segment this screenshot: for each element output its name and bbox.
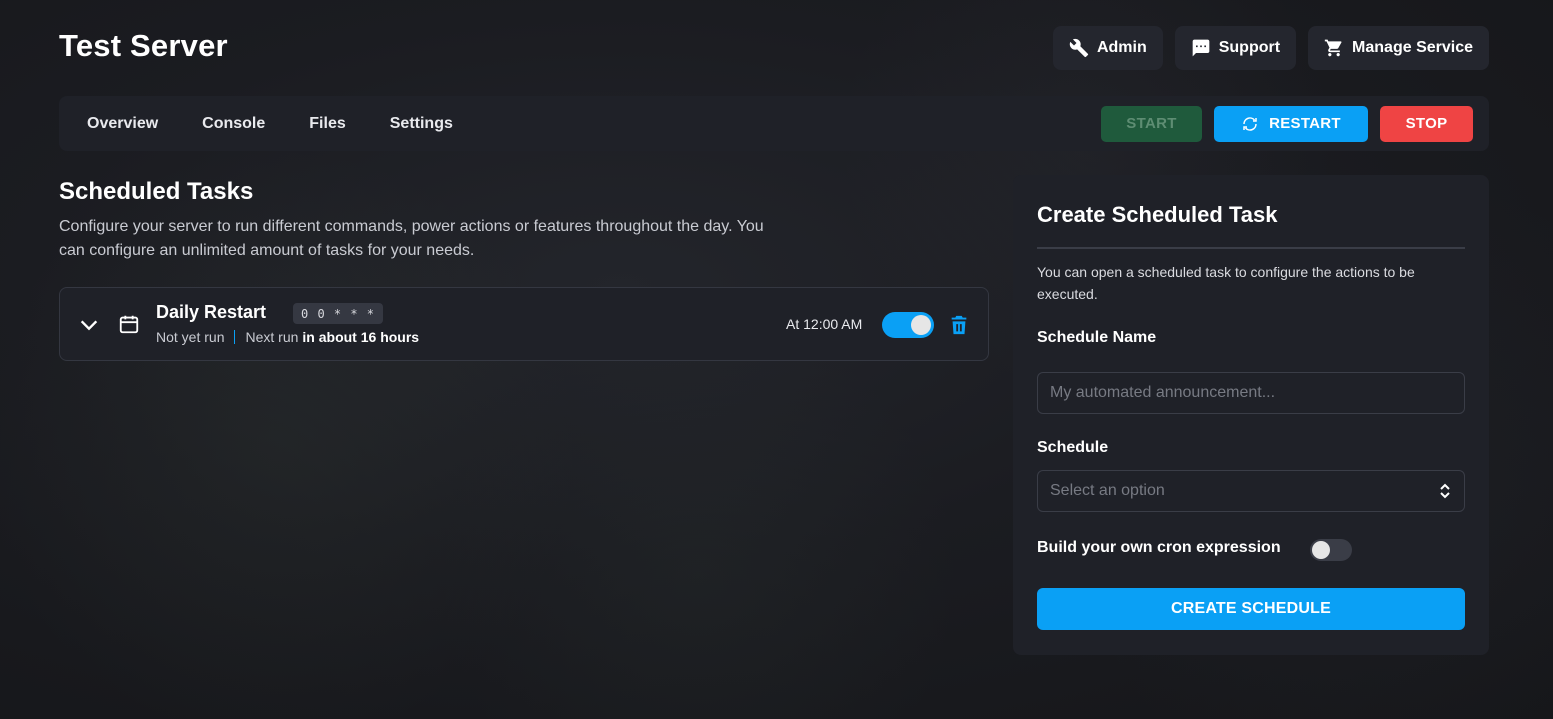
manage-service-button[interactable]: Manage Service — [1308, 26, 1489, 70]
next-run-text: in about 16 hours — [302, 329, 420, 345]
trash-icon[interactable] — [948, 314, 970, 336]
schedule-select-placeholder: Select an option — [1050, 482, 1165, 499]
cart-icon — [1324, 39, 1342, 57]
create-panel-title: Create Scheduled Task — [1037, 202, 1278, 227]
start-button[interactable]: START — [1101, 105, 1202, 142]
refresh-icon — [1243, 116, 1257, 131]
create-schedule-button[interactable]: CREATE SCHEDULE — [1037, 588, 1465, 630]
cron-expression-toggle[interactable] — [1310, 539, 1352, 561]
task-card[interactable]: Daily Restart 0 0 * * * Not yet run Next… — [59, 287, 989, 361]
next-run-prefix: Next run — [245, 329, 299, 345]
create-panel-description: You can open a scheduled task to configu… — [1037, 264, 1415, 302]
tab-console[interactable]: Console — [202, 115, 265, 133]
nav-tabs: Overview Console Files Settings — [87, 115, 453, 133]
tab-overview[interactable]: Overview — [87, 115, 158, 133]
task-time: At 12:00 AM — [786, 316, 863, 332]
admin-button[interactable]: Admin — [1052, 26, 1163, 70]
support-label: Support — [1218, 39, 1281, 56]
manage-service-label: Manage Service — [1352, 39, 1473, 56]
scheduled-tasks-title: Scheduled Tasks — [59, 178, 254, 205]
restart-button[interactable]: RESTART — [1214, 105, 1368, 142]
server-navbar: Overview Console Files Settings START RE… — [59, 96, 1489, 151]
support-button[interactable]: Support — [1174, 26, 1297, 70]
task-status: Not yet run Next run in about 16 hours — [156, 329, 419, 345]
stop-button[interactable]: STOP — [1380, 105, 1473, 142]
last-run-text: Not yet run — [156, 329, 225, 345]
scheduled-tasks-description: Configure your server to run different c… — [59, 218, 764, 259]
restart-label: RESTART — [1269, 115, 1341, 132]
tab-settings[interactable]: Settings — [390, 115, 453, 133]
toggle-knob — [1312, 541, 1330, 559]
tools-icon — [1069, 38, 1089, 58]
power-actions: START RESTART STOP — [1101, 105, 1473, 142]
toggle-knob — [911, 315, 931, 335]
chat-icon — [1192, 39, 1210, 57]
calendar-icon — [118, 313, 140, 335]
schedule-name-label: Schedule Name — [1037, 329, 1157, 346]
tab-files[interactable]: Files — [309, 115, 345, 133]
admin-label: Admin — [1096, 39, 1147, 56]
cron-toggle-label: Build your own cron expression — [1037, 539, 1281, 556]
header-actions: Admin Support Manage Service — [1052, 26, 1489, 70]
schedule-name-input[interactable] — [1037, 372, 1465, 414]
task-name: Daily Restart — [156, 302, 267, 322]
select-arrows-icon — [1440, 483, 1450, 499]
divider — [1037, 247, 1465, 249]
page-title: Test Server — [59, 28, 228, 63]
divider — [234, 330, 236, 344]
chevron-down-icon[interactable] — [78, 314, 100, 336]
create-schedule-panel: Create Scheduled Task You can open a sch… — [1013, 175, 1489, 655]
schedule-label: Schedule — [1037, 439, 1109, 456]
task-enabled-toggle[interactable] — [882, 312, 934, 338]
schedule-select[interactable]: Select an option — [1037, 470, 1465, 512]
cron-badge: 0 0 * * * — [293, 303, 384, 324]
